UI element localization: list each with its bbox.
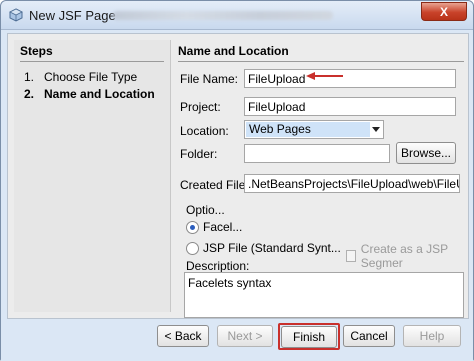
- name-location-panel: Name and Location File Name: FileUpload …: [178, 40, 464, 318]
- radio-facelets[interactable]: Facel...: [186, 220, 242, 234]
- browse-button[interactable]: Browse...: [396, 142, 456, 164]
- back-button[interactable]: < Back: [157, 325, 209, 347]
- project-label: Project:: [180, 100, 221, 114]
- panel-heading: Name and Location: [178, 44, 464, 62]
- location-dropdown[interactable]: Web Pages: [244, 120, 384, 139]
- close-icon: X: [439, 4, 448, 19]
- radio-unselected-icon[interactable]: [186, 241, 199, 255]
- finish-highlight-box: [278, 323, 340, 350]
- blurred-title-text: [113, 11, 333, 20]
- folder-label: Folder:: [180, 147, 218, 161]
- red-arrow-icon: [306, 72, 343, 80]
- wizard-content: Steps 1. Choose File Type 2. Name and Loca…: [7, 33, 469, 319]
- location-label: Location:: [180, 124, 229, 138]
- cancel-button[interactable]: Cancel: [343, 325, 395, 347]
- created-file-field: .NetBeansProjects\FileUpload\web\FileUpl…: [244, 174, 460, 193]
- chevron-down-icon: [372, 127, 380, 132]
- file-name-input[interactable]: FileUpload: [244, 69, 456, 88]
- app-icon: [9, 8, 23, 22]
- jsp-segment-checkbox[interactable]: Create as a JSP Segmer: [346, 242, 464, 270]
- description-box: Facelets syntax: [184, 272, 464, 318]
- checkbox-icon[interactable]: [346, 250, 356, 262]
- title-bar[interactable]: New JSF Page X: [1, 1, 473, 30]
- help-button[interactable]: Help: [403, 325, 461, 347]
- steps-panel: Steps 1. Choose File Type 2. Name and Loca…: [14, 40, 171, 312]
- folder-input[interactable]: [244, 144, 390, 163]
- step-number: 2.: [24, 87, 35, 101]
- dialog-window: New JSF Page X Steps 1. Choose File Type …: [0, 0, 474, 361]
- window-title: New JSF Page: [29, 8, 116, 23]
- jsp-segment-label: Create as a JSP Segmer: [360, 242, 448, 270]
- step-number: 1.: [24, 70, 35, 84]
- close-button[interactable]: X: [421, 2, 467, 21]
- step-label: Choose File Type: [44, 70, 138, 84]
- step-label: Name and Location: [44, 87, 155, 101]
- next-button[interactable]: Next >: [217, 325, 273, 347]
- radio-jsp-label: JSP File (Standard Synt...: [203, 241, 341, 255]
- radio-facelets-label: Facel...: [203, 220, 243, 234]
- step-choose-file-type: 1. Choose File Type: [24, 70, 170, 84]
- file-name-label: File Name:: [180, 72, 239, 86]
- location-selected-value: Web Pages: [246, 122, 370, 137]
- created-file-label: Created File:: [180, 178, 249, 192]
- steps-heading: Steps: [20, 44, 164, 62]
- project-field: FileUpload: [244, 97, 456, 116]
- radio-jsp-file[interactable]: JSP File (Standard Synt...: [186, 241, 341, 255]
- radio-selected-icon[interactable]: [186, 220, 199, 234]
- description-label: Description:: [186, 259, 250, 273]
- step-name-and-location: 2. Name and Location: [24, 87, 170, 101]
- options-label: Optio...: [186, 203, 225, 217]
